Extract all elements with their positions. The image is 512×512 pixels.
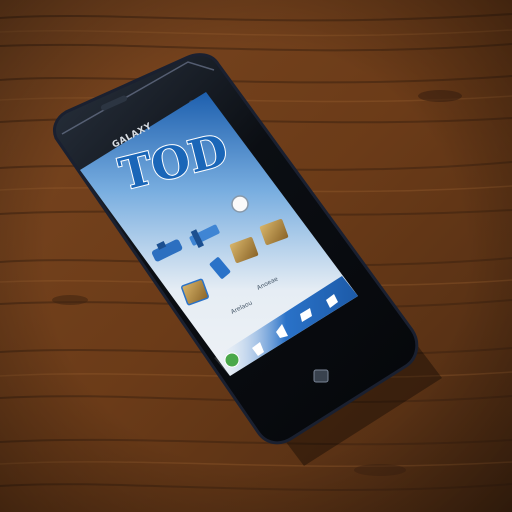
photo-scene: TOD Arelaou Anoeae GALAXY: [0, 0, 512, 512]
home-button[interactable]: [313, 369, 329, 383]
toggle-icon[interactable]: [231, 195, 249, 213]
wooden-table: TOD Arelaou Anoeae GALAXY: [0, 0, 512, 512]
globe-icon[interactable]: [224, 352, 240, 368]
